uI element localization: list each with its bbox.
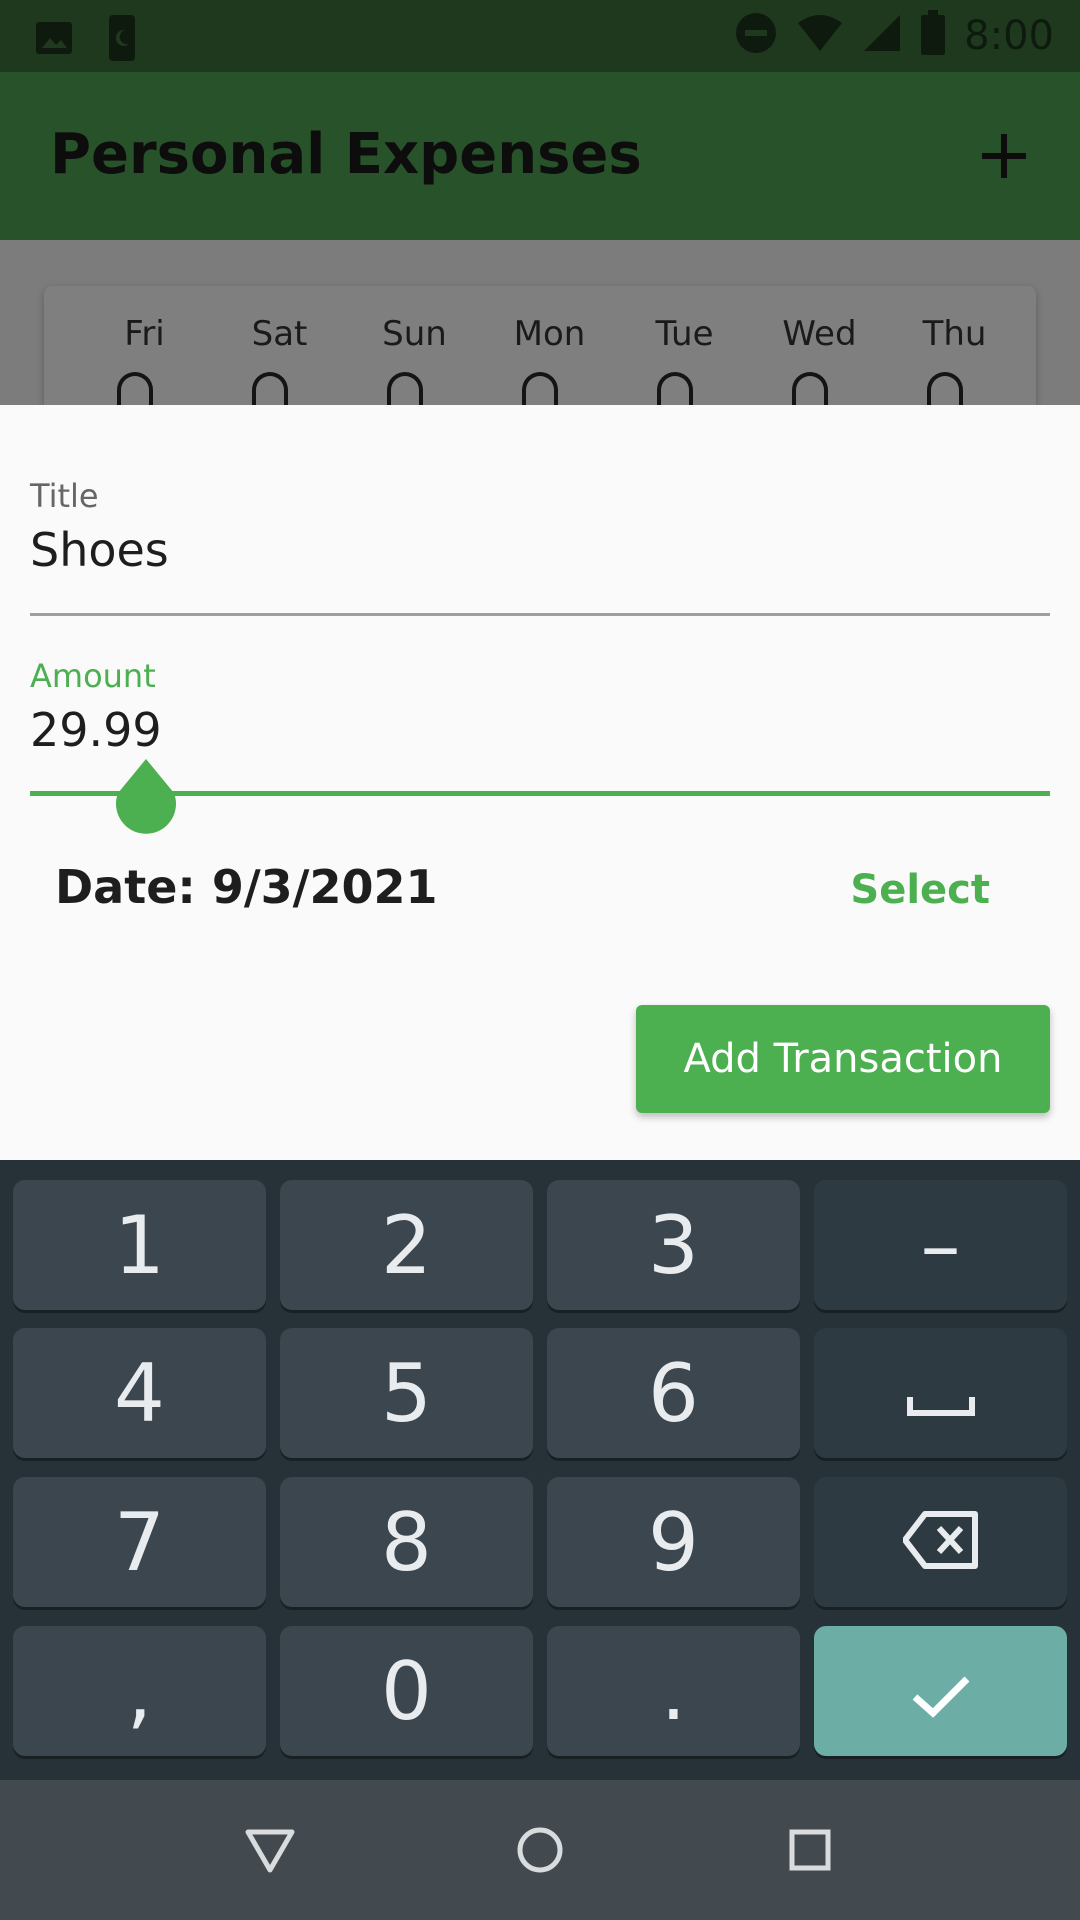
do-not-disturb-icon <box>734 11 778 60</box>
key-3[interactable]: 3 <box>547 1180 800 1310</box>
key-0[interactable]: 0 <box>280 1626 533 1756</box>
cell-signal-icon <box>862 13 902 58</box>
key-1[interactable]: 1 <box>13 1180 266 1310</box>
chart-day-label: Fri <box>124 314 165 354</box>
battery-icon <box>920 10 946 61</box>
plus-icon[interactable] <box>976 128 1032 184</box>
key-backspace[interactable] <box>814 1477 1067 1607</box>
key-5[interactable]: 5 <box>280 1328 533 1458</box>
app-title: Personal Expenses <box>50 122 642 187</box>
chart-day-label: Thu <box>922 314 987 354</box>
phone-icon <box>108 14 136 67</box>
chart-day-label: Mon <box>513 314 586 354</box>
new-transaction-sheet: Title Shoes Amount 29.99 Date: 9/3/2021 … <box>0 405 1080 1160</box>
status-bar: 8:00 <box>0 0 1080 72</box>
key-8[interactable]: 8 <box>280 1477 533 1607</box>
wifi-icon <box>796 13 844 58</box>
system-nav-bar <box>0 1780 1080 1920</box>
key-comma[interactable]: , <box>13 1626 266 1756</box>
key-done[interactable] <box>814 1626 1067 1756</box>
date-label: Date: 9/3/2021 <box>55 860 438 914</box>
amount-field-underline <box>30 791 1050 796</box>
status-time: 8:00 <box>964 12 1054 59</box>
recents-icon[interactable] <box>780 1820 840 1880</box>
backspace-icon <box>901 1496 979 1589</box>
home-icon[interactable] <box>510 1820 570 1880</box>
chart-day-label: Sat <box>251 314 308 354</box>
key-4[interactable]: 4 <box>13 1328 266 1458</box>
title-field[interactable]: Shoes <box>30 523 169 577</box>
chart-day-label: Tue <box>655 314 714 354</box>
add-transaction-button[interactable]: Add Transaction <box>636 1005 1050 1113</box>
chart-day-label: Sun <box>382 314 447 354</box>
back-icon[interactable] <box>240 1820 300 1880</box>
key-space[interactable] <box>814 1328 1067 1458</box>
key-minus[interactable]: – <box>814 1180 1067 1310</box>
numeric-keyboard: 1 2 3 – 4 5 6 7 8 9 , 0 . <box>0 1160 1080 1780</box>
key-2[interactable]: 2 <box>280 1180 533 1310</box>
chart-day-label: Wed <box>782 314 857 354</box>
key-7[interactable]: 7 <box>13 1477 266 1607</box>
amount-field[interactable]: 29.99 <box>30 703 162 757</box>
key-period[interactable]: . <box>547 1626 800 1756</box>
text-cursor-handle[interactable] <box>112 757 180 841</box>
check-icon <box>911 1645 971 1738</box>
space-icon <box>906 1347 976 1440</box>
amount-field-label: Amount <box>30 657 156 695</box>
title-field-label: Title <box>30 477 99 515</box>
image-icon <box>34 18 74 63</box>
title-field-underline <box>30 613 1050 616</box>
select-date-button[interactable]: Select <box>850 867 990 913</box>
app-bar: Personal Expenses <box>0 72 1080 240</box>
key-6[interactable]: 6 <box>547 1328 800 1458</box>
key-9[interactable]: 9 <box>547 1477 800 1607</box>
